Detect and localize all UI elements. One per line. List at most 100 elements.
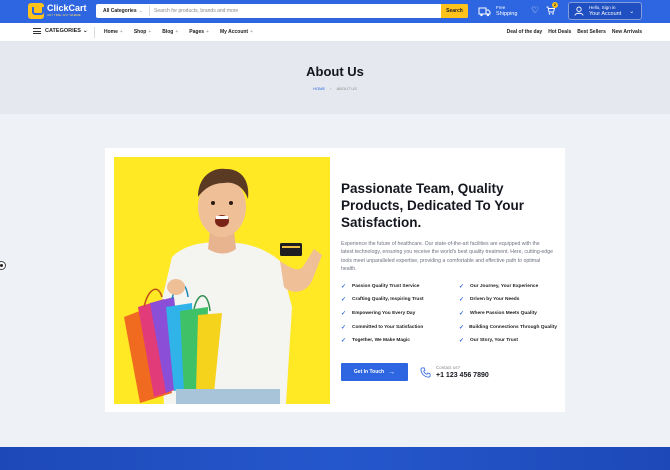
- contact-phone[interactable]: Contact us? +1 123 456 7890: [420, 364, 489, 380]
- cta-row: Get In Touch → Contact us? +1 123 456 789…: [341, 363, 489, 381]
- feature-item: ✓ Our Story, Your Trust: [459, 337, 557, 344]
- quick-links: Deal of the day Hot Deals Best Sellers N…: [501, 29, 642, 35]
- feature-label: Committed to Your Satisfaction: [352, 324, 424, 330]
- account-text: Hello, Sign in Your Account: [589, 5, 621, 17]
- about-content: Passionate Team, Quality Products, Dedic…: [341, 180, 557, 381]
- check-icon: ✓: [341, 338, 347, 345]
- get-in-touch-button[interactable]: Get In Touch →: [341, 363, 408, 381]
- brand-name: ClickCart: [47, 3, 87, 13]
- feature-label: Building Connections Through Quality: [469, 324, 557, 330]
- page-title: About Us: [306, 64, 364, 79]
- check-icon: ✓: [459, 297, 465, 304]
- feature-item: ✓ Together, We Make Magic: [341, 337, 459, 344]
- check-icon: ✓: [341, 297, 347, 304]
- check-icon: ✓: [341, 324, 347, 331]
- page-hero: About Us HOME › ABOUT US: [0, 42, 670, 114]
- man-with-shopping-bags-image: [124, 168, 322, 404]
- about-card: Passionate Team, Quality Products, Dedic…: [105, 148, 565, 412]
- chevron-down-icon: ⌄: [82, 28, 88, 34]
- shipping-line2: Shipping: [496, 11, 518, 17]
- feature-label: Our Journey, Your Experience: [470, 283, 539, 289]
- contact-text: Contact us? +1 123 456 7890: [436, 364, 489, 380]
- chevron-down-icon: ⌄: [629, 8, 635, 15]
- categories-label: CATEGORIES: [45, 28, 81, 34]
- shipping-text: Free Shipping: [496, 4, 517, 18]
- search-bar: All Categories ⌄ Search: [96, 4, 468, 18]
- breadcrumb-home-link[interactable]: HOME: [313, 86, 325, 91]
- check-icon: ✓: [341, 311, 347, 317]
- plus-icon: +: [250, 29, 254, 35]
- feature-label: Our Story, Your Trust: [470, 338, 518, 344]
- wishlist-heart-icon[interactable]: ♡: [531, 6, 539, 15]
- feature-list: ✓ Passion Quality Trust Service ✓ Our Jour…: [341, 283, 557, 345]
- free-shipping[interactable]: Free Shipping: [478, 4, 517, 18]
- plus-icon: +: [206, 29, 209, 35]
- link-best-sellers[interactable]: Best Sellers: [577, 29, 606, 35]
- search-input[interactable]: [150, 6, 441, 16]
- account-button[interactable]: Hello, Sign in Your Account ⌄: [568, 2, 642, 20]
- truck-icon: [478, 7, 491, 16]
- breadcrumb: HOME › ABOUT US: [0, 86, 670, 91]
- breadcrumb-separator: ›: [330, 86, 332, 91]
- check-icon: ✓: [459, 311, 465, 317]
- logo-text: ClickCart ANY TIME, ANY WHERE: [47, 4, 87, 18]
- nav-pages[interactable]: Pages +: [189, 29, 209, 35]
- plus-icon: +: [119, 29, 123, 35]
- nav-pages-label: Pages: [189, 29, 205, 35]
- category-select-value: All Categories: [103, 8, 137, 14]
- feature-label: Empowering You Every Day: [352, 311, 416, 316]
- nav-shop-label: Shop: [133, 29, 147, 35]
- get-in-touch-label: Get In Touch: [353, 369, 385, 375]
- feature-label: Together, We Make Magic: [352, 338, 410, 344]
- check-icon: ✓: [459, 283, 465, 290]
- plus-icon: +: [175, 29, 179, 35]
- nav-home-label: Home: [104, 29, 118, 35]
- primary-menu: Home + Shop + Blog + Pages + My Account +: [104, 29, 264, 35]
- scroll-indicator[interactable]: [0, 261, 6, 270]
- nav-home[interactable]: Home +: [104, 29, 123, 35]
- contact-label: Contact us?: [436, 365, 461, 370]
- brand-logo[interactable]: ClickCart ANY TIME, ANY WHERE: [28, 3, 87, 19]
- arrow-right-icon: →: [388, 368, 396, 376]
- categories-menu[interactable]: CATEGORIES ⌄: [33, 28, 88, 34]
- about-headline: Passionate Team, Quality Products, Dedic…: [341, 181, 525, 230]
- feature-label: Crafting Quality, Inspiring Trust: [352, 297, 424, 303]
- about-paragraph: Experience the future of healthcare. Our…: [341, 241, 553, 273]
- top-header: ClickCart ANY TIME, ANY WHERE All Catego…: [0, 0, 670, 23]
- brand-tagline: ANY TIME, ANY WHERE: [47, 13, 81, 17]
- divider: [94, 27, 95, 38]
- link-new-arrivals[interactable]: New Arrivals: [612, 29, 642, 35]
- feature-item: ✓ Where Passion Meets Quality: [459, 310, 557, 317]
- feature-item: ✓ Empowering You Every Day: [341, 310, 459, 317]
- link-deal-of-the-day[interactable]: Deal of the day: [507, 29, 543, 35]
- feature-item: ✓ Crafting Quality, Inspiring Trust: [341, 296, 459, 303]
- feature-label: Where Passion Meets Quality: [470, 311, 537, 316]
- search-button[interactable]: Search: [441, 4, 468, 18]
- feature-item: ✓ Building Connections Through Quality: [459, 324, 557, 331]
- cart-count-badge: 2: [552, 2, 558, 8]
- about-photo: [114, 157, 330, 404]
- feature-label: Passion Quality Trust Service: [352, 283, 420, 289]
- hamburger-icon: [33, 28, 41, 34]
- feature-item: ✓ Driven by Your Needs: [459, 296, 557, 303]
- category-select[interactable]: All Categories ⌄: [96, 6, 150, 16]
- account-label: Your Account: [589, 11, 622, 17]
- breadcrumb-current: ABOUT US: [336, 86, 357, 91]
- user-icon: [574, 6, 584, 16]
- main-navigation: CATEGORIES ⌄ Home + Shop + Blog + Pages + My…: [0, 23, 670, 42]
- footer-section: [0, 447, 670, 470]
- cart-logo-icon: [28, 3, 44, 19]
- nav-shop[interactable]: Shop +: [134, 29, 151, 35]
- link-hot-deals[interactable]: Hot Deals: [548, 29, 571, 35]
- feature-item: ✓ Our Journey, Your Experience: [459, 283, 557, 290]
- phone-icon: [420, 367, 431, 377]
- nav-blog-label: Blog: [162, 29, 174, 35]
- phone-number: +1 123 456 7890: [436, 372, 489, 379]
- chevron-down-icon: ⌄: [138, 8, 143, 14]
- cart-button[interactable]: 2: [546, 2, 558, 17]
- nav-blog[interactable]: Blog +: [162, 29, 178, 35]
- feature-item: ✓ Passion Quality Trust Service: [341, 283, 459, 290]
- nav-my-account[interactable]: My Account +: [220, 29, 253, 35]
- feature-label: Driven by Your Needs: [470, 297, 520, 303]
- check-icon: ✓: [459, 324, 465, 331]
